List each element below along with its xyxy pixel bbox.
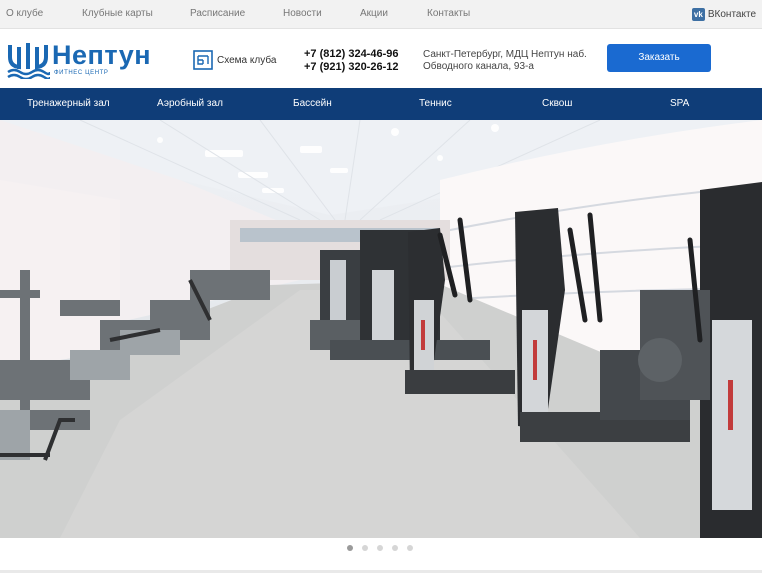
club-scheme-label: Схема клуба	[217, 54, 277, 66]
nav-item-gym[interactable]: Тренажерный зал	[27, 98, 110, 109]
address-line-2: Обводного канала, 93-а	[423, 61, 534, 72]
phone-1[interactable]: +7 (812) 324-46-96	[304, 48, 398, 61]
vk-icon: vk	[691, 8, 705, 21]
topbar-link-schedule[interactable]: Расписание	[190, 8, 245, 19]
trident-logo-icon	[7, 43, 50, 79]
phone-numbers: +7 (812) 324-46-96 +7 (921) 320-26-12	[304, 48, 398, 74]
brand-tagline: фитнес центр	[54, 70, 109, 76]
vk-link[interactable]: vk ВКонтакте	[691, 8, 756, 21]
nav-item-tennis[interactable]: Теннис	[419, 98, 452, 109]
topbar-link-club-cards[interactable]: Клубные карты	[82, 8, 153, 19]
topbar-link-about[interactable]: О клубе	[6, 8, 43, 19]
slider-dot-2[interactable]	[362, 545, 368, 551]
topbar-link-contacts[interactable]: Контакты	[427, 8, 470, 19]
nav-item-aerobics[interactable]: Аэробный зал	[157, 98, 223, 109]
topbar-link-news[interactable]: Новости	[283, 8, 322, 19]
slider-dot-3[interactable]	[377, 545, 383, 551]
club-scheme-link[interactable]: Схема клуба	[193, 50, 276, 70]
nav-item-pool[interactable]: Бассейн	[293, 98, 332, 109]
map-scheme-icon	[193, 50, 213, 70]
top-bar: О клубе Клубные карты Расписание Новости…	[0, 0, 762, 29]
header: Нептун фитнес центр Схема клуба +7 (812)…	[0, 29, 762, 87]
logo[interactable]: Нептун фитнес центр	[6, 37, 156, 79]
address: Санкт-Петербург, МДЦ Нептун наб. Обводно…	[423, 49, 587, 73]
main-nav: Тренажерный зал Аэробный зал Бассейн Тен…	[0, 88, 762, 120]
brand-name: Нептун	[52, 40, 152, 70]
slider-dot-1[interactable]	[347, 545, 353, 551]
topbar-link-promotions[interactable]: Акции	[360, 8, 388, 19]
order-button[interactable]: Заказать	[607, 44, 711, 72]
slider-dot-4[interactable]	[392, 545, 398, 551]
nav-item-spa[interactable]: SPA	[670, 98, 689, 109]
phone-2[interactable]: +7 (921) 320-26-12	[304, 61, 398, 74]
nav-item-squash[interactable]: Сквош	[542, 98, 572, 109]
hero-slider-image	[0, 120, 762, 538]
slider-dot-5[interactable]	[407, 545, 413, 551]
address-line-1: Санкт-Петербург, МДЦ Нептун наб.	[423, 49, 587, 60]
vk-label: ВКонтакте	[707, 9, 756, 20]
gym-photo	[0, 120, 762, 538]
